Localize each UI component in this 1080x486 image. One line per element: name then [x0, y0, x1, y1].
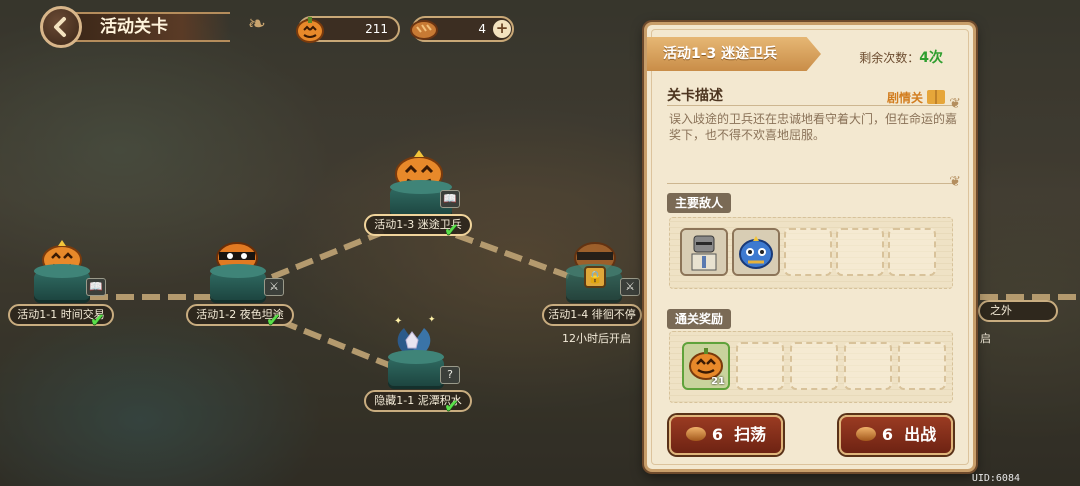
bread-cost-icon [855, 427, 876, 441]
book-badge-icon: 📖 [440, 190, 460, 208]
divider: ❦ [667, 174, 961, 190]
sweep-cost: 6 [711, 425, 723, 444]
empty-reward-slot [736, 342, 784, 390]
unlock-timer-text: 12小时后开启 [562, 332, 631, 345]
svg-text:✦: ✦ [394, 316, 402, 327]
sweep-label: 扫荡 [734, 425, 767, 444]
stage-description: 误入歧途的卫兵还在忠诚地看守着大门，但在命运的嘉奖下，也不得不欢喜地屈服。 [669, 112, 958, 142]
knight-enemy-icon [682, 230, 726, 274]
stage-title: 活动1-3 迷途卫兵 [663, 46, 778, 62]
bread-cost-icon [685, 427, 706, 441]
bread-count: 4 [478, 22, 486, 36]
next-stage-sub-text: 启 [980, 332, 991, 345]
bread-icon [410, 20, 438, 40]
battle-button[interactable]: 6 出战 [839, 415, 953, 455]
enemy-slot[interactable] [732, 228, 780, 276]
pedestal [210, 264, 266, 300]
book-badge-icon: 📖 [86, 278, 106, 296]
empty-reward-slot [898, 342, 946, 390]
battle-cost: 6 [881, 425, 893, 444]
sword-badge-icon: ⚔ [264, 278, 284, 296]
enemy-slot-row [669, 217, 953, 289]
pumpkin-count: 211 [365, 22, 388, 36]
story-stage-link[interactable]: 剧情关 [887, 89, 945, 106]
user-id-text: UID:6084 [971, 473, 1020, 484]
enemy-slot[interactable] [680, 228, 728, 276]
path-1-1-to-1-2 [90, 294, 220, 300]
cleared-check-icon: ✔ [444, 220, 460, 241]
question-badge-icon: ? [440, 366, 460, 384]
back-button[interactable] [40, 6, 82, 48]
remaining-value: 4次 [919, 50, 943, 66]
flourish-ornament-icon: ❧ [247, 12, 266, 37]
page-title-ribbon: 活动关卡 ❧ [70, 12, 266, 42]
cleared-check-icon: ✔ [444, 396, 460, 417]
bread-resource-pill: 4 + [410, 16, 514, 42]
battle-label: 出战 [904, 425, 937, 444]
empty-reward-slot [790, 342, 838, 390]
reward-slot-row: 21 [669, 331, 953, 403]
rewards-heading: 通关奖励 [667, 309, 732, 329]
pumpkin-resource-pill: 211 [296, 16, 400, 43]
empty-enemy-slot [784, 228, 832, 276]
remaining-label: 剩余次数： [859, 51, 920, 65]
stage-label-1-4[interactable]: 活动1-4 徘徊不停 [542, 304, 642, 326]
add-bread-button[interactable]: + [493, 20, 511, 38]
svg-text:✦: ✦ [428, 315, 436, 325]
sword-badge-icon: ⚔ [620, 278, 640, 296]
sweep-button[interactable]: 6 扫荡 [669, 415, 783, 455]
reward-count: 21 [711, 376, 725, 387]
pedestal [388, 350, 444, 386]
divider: ❦ [667, 96, 961, 112]
remaining-attempts: 剩余次数：4次 [859, 47, 943, 67]
pumpkin-icon [296, 17, 324, 43]
stage-title-tab: 活动1-3 迷途卫兵 [647, 37, 821, 71]
stage-detail-panel: 活动1-3 迷途卫兵 剩余次数：4次 关卡描述 剧情关 ❦ 误入歧途的卫兵还在忠… [644, 22, 976, 472]
stage-label-next-partial[interactable]: 之外 [978, 300, 1058, 322]
arrow-left-icon [54, 17, 66, 37]
description-heading: 关卡描述 [667, 88, 723, 104]
top-title-bar: 活动关卡 ❧ [40, 6, 266, 48]
empty-enemy-slot [836, 228, 884, 276]
book-icon [927, 90, 945, 104]
lock-icon: 🔒 [584, 266, 606, 288]
empty-enemy-slot [888, 228, 936, 276]
cleared-check-icon: ✔ [90, 310, 106, 331]
blue-creature-enemy-icon [734, 230, 778, 274]
story-stage-label: 剧情关 [886, 91, 923, 105]
enemies-heading: 主要敌人 [667, 193, 732, 213]
pedestal [34, 264, 90, 300]
reward-slot[interactable]: 21 [682, 342, 730, 390]
empty-reward-slot [844, 342, 892, 390]
page-title: 活动关卡 [100, 17, 168, 37]
cleared-check-icon: ✔ [266, 310, 282, 331]
